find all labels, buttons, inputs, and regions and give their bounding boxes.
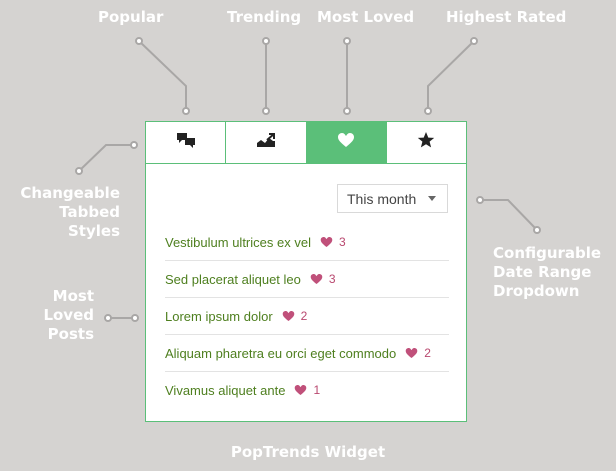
tab-most-loved[interactable]	[306, 122, 387, 163]
love-count: 3	[328, 272, 336, 286]
post-link[interactable]: Sed placerat aliquet leo	[165, 272, 301, 287]
list-item: Aliquam pharetra eu orci eget commodo 2	[165, 335, 449, 372]
tab-highest-rated[interactable]	[386, 122, 466, 163]
post-link[interactable]: Lorem ipsum dolor	[165, 309, 273, 324]
post-link[interactable]: Vestibulum ultrices ex vel	[165, 235, 311, 250]
heart-icon	[405, 347, 418, 359]
heart-icon	[282, 310, 295, 322]
callout-line: Tabbed	[59, 203, 120, 221]
callout-highest-rated: Highest Rated	[446, 8, 567, 26]
callout-line: Most	[52, 287, 94, 305]
loved-posts-list: Vestibulum ultrices ex vel 3 Sed placera…	[165, 224, 449, 408]
callout-line: Dropdown	[493, 282, 580, 300]
callout-popular: Popular	[98, 8, 164, 26]
callout-loved-posts: Most Loved Posts	[30, 287, 94, 344]
love-count: 1	[313, 383, 321, 397]
date-range-dropdown[interactable]: This month	[337, 184, 448, 213]
star-icon	[417, 131, 435, 154]
callout-line: Date Range	[493, 263, 592, 281]
widget-caption: PopTrends Widget	[230, 443, 386, 461]
callout-date-range: Configurable Date Range Dropdown	[493, 244, 601, 301]
comments-icon	[176, 132, 196, 153]
heart-icon	[310, 273, 323, 285]
love-count: 3	[338, 235, 346, 249]
heart-icon	[294, 384, 307, 396]
tab-popular[interactable]	[146, 122, 227, 163]
heart-icon	[337, 132, 355, 153]
callout-tabbed-styles: Changeable Tabbed Styles	[14, 184, 120, 241]
poptrends-widget: This month Vestibulum ultrices ex vel 3 …	[145, 121, 467, 422]
callout-line: Changeable	[20, 184, 120, 202]
widget-tabs	[146, 122, 466, 164]
callout-line: Configurable	[493, 244, 602, 262]
list-item: Sed placerat aliquet leo 3	[165, 261, 449, 298]
list-item: Lorem ipsum dolor 2	[165, 298, 449, 335]
callout-line: Styles	[68, 222, 120, 240]
list-item: Vivamus aliquet ante 1	[165, 372, 449, 408]
trending-chart-icon	[256, 132, 276, 153]
callout-line: Posts	[47, 325, 94, 343]
post-link[interactable]: Vivamus aliquet ante	[165, 383, 285, 398]
love-count: 2	[300, 309, 308, 323]
heart-icon	[320, 236, 333, 248]
callout-trending: Trending	[227, 8, 302, 26]
list-item: Vestibulum ultrices ex vel 3	[165, 224, 449, 261]
love-count: 2	[424, 346, 431, 360]
tab-trending[interactable]	[226, 122, 307, 163]
chevron-down-icon	[428, 196, 436, 201]
callout-line: Loved	[43, 306, 94, 324]
dropdown-selected-value: This month	[347, 190, 417, 207]
post-link[interactable]: Aliquam pharetra eu orci eget commodo	[165, 346, 396, 361]
callout-most-loved: Most Loved	[317, 8, 415, 26]
